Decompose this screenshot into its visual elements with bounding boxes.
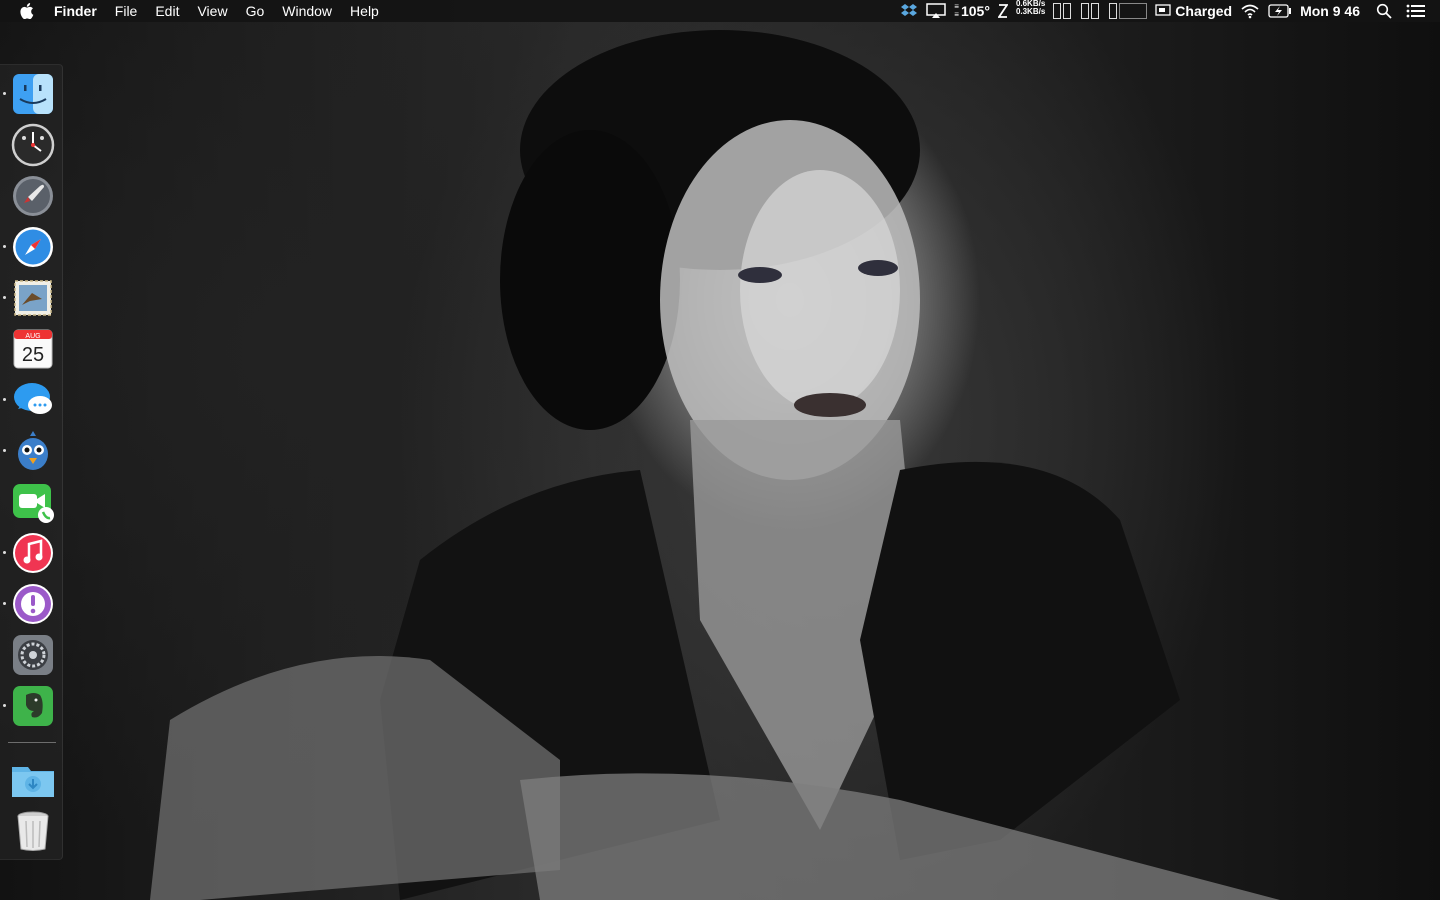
running-indicator: [3, 245, 6, 248]
disk-meter-icon[interactable]: [1107, 0, 1148, 22]
running-indicator: [3, 398, 6, 401]
temperature-value: 105°: [960, 3, 990, 19]
launchpad-icon[interactable]: [10, 173, 56, 219]
running-indicator: [3, 296, 6, 299]
battery-label: Charged: [1175, 3, 1233, 19]
cpu-meter-icon[interactable]: [1051, 0, 1072, 22]
menu-file[interactable]: File: [106, 0, 147, 22]
trash-icon[interactable]: [10, 807, 56, 853]
spotlight-search-icon[interactable]: [1376, 0, 1392, 22]
network-speed[interactable]: 0.6KB/s 0.3KB/s: [1016, 0, 1045, 22]
running-indicator: [3, 551, 6, 554]
running-indicator: [3, 704, 6, 707]
menu-edit[interactable]: Edit: [146, 0, 188, 22]
downloads-folder-icon[interactable]: [10, 757, 56, 803]
feedback-assistant-icon[interactable]: [10, 581, 56, 627]
system-preferences-icon[interactable]: [10, 632, 56, 678]
menu-clock[interactable]: Mon 9 46: [1300, 0, 1360, 22]
menu-go[interactable]: Go: [237, 0, 274, 22]
finder-icon[interactable]: [10, 71, 56, 117]
safari-icon[interactable]: [10, 224, 56, 270]
airplay-icon[interactable]: [926, 0, 947, 22]
tweetbot-icon[interactable]: [10, 428, 56, 474]
dashboard-icon[interactable]: [10, 122, 56, 168]
calendar-day: 25: [22, 344, 44, 366]
dock-separator: [8, 742, 56, 743]
evernote-icon[interactable]: [10, 683, 56, 729]
menu-bar: Finder File Edit View Go Window Help ≡ ≡ …: [0, 0, 1440, 22]
facetime-icon[interactable]: [10, 479, 56, 525]
battery-status[interactable]: Charged: [1155, 0, 1232, 22]
mail-icon[interactable]: [10, 275, 56, 321]
itunes-icon[interactable]: [10, 530, 56, 576]
battery-icon[interactable]: [1268, 0, 1292, 22]
memory-meter-icon[interactable]: [1079, 0, 1100, 22]
wifi-icon[interactable]: [1240, 0, 1260, 22]
dock: AUG 25: [0, 64, 63, 860]
menu-window[interactable]: Window: [273, 0, 341, 22]
running-indicator: [3, 602, 6, 605]
dropbox-icon[interactable]: [900, 0, 918, 22]
temperature-status[interactable]: ≡ ≡ 105°: [954, 0, 990, 22]
menu-help[interactable]: Help: [341, 0, 388, 22]
net-down-value: 0.3KB/s: [1015, 7, 1046, 16]
sensor-icon: ≡ ≡: [954, 2, 959, 19]
running-indicator: [3, 449, 6, 452]
calendar-month: AUG: [25, 333, 40, 340]
power-plug-icon: [1155, 3, 1171, 19]
fan-icon[interactable]: [997, 0, 1008, 22]
notification-center-icon[interactable]: [1406, 0, 1426, 22]
running-indicator: [3, 92, 6, 95]
desktop-wallpaper: [0, 0, 1440, 900]
apple-menu-icon[interactable]: [18, 0, 36, 22]
messages-icon[interactable]: [10, 377, 56, 423]
app-menu-finder[interactable]: Finder: [46, 0, 106, 22]
menu-view[interactable]: View: [188, 0, 236, 22]
calendar-icon[interactable]: AUG 25: [10, 326, 56, 372]
